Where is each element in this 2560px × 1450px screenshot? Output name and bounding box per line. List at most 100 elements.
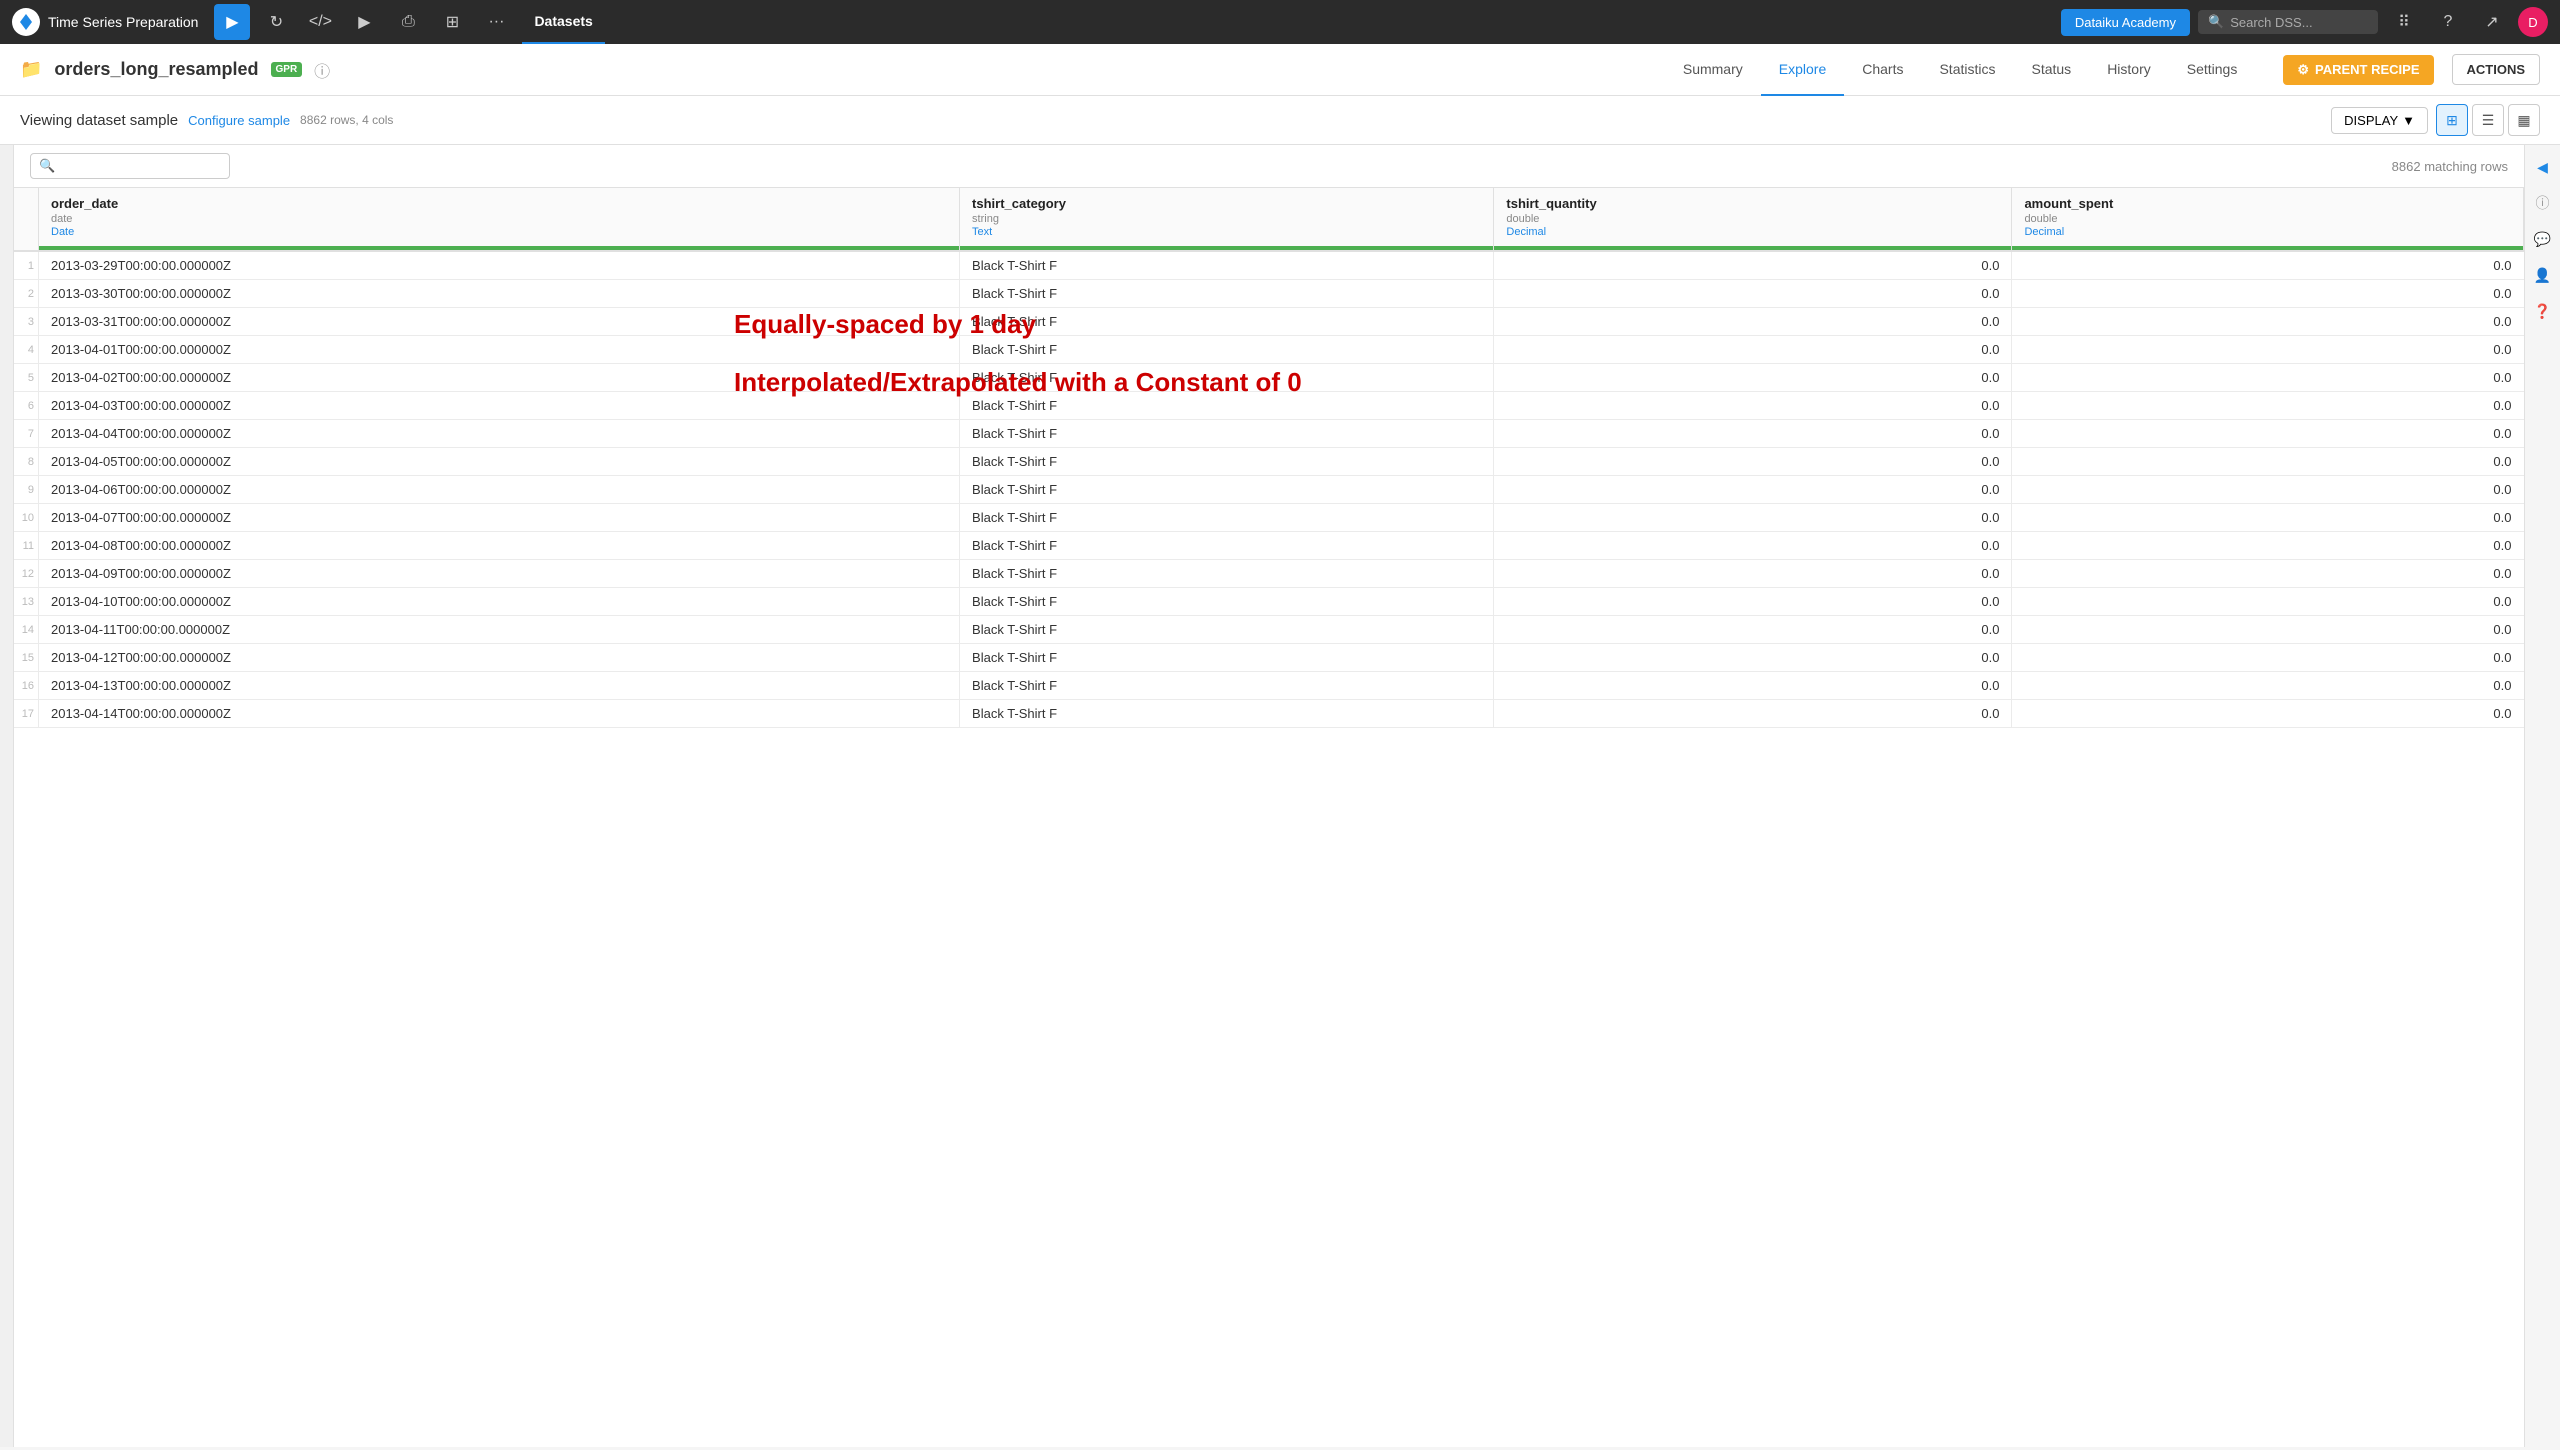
folder-icon: 📁 (20, 59, 42, 80)
cell-category: Black T-Shirt F (960, 364, 1494, 392)
right-rail-expand-icon[interactable]: ◀ (2529, 153, 2557, 181)
apps-grid-icon[interactable]: ⠿ (2386, 4, 2422, 40)
nav-tabs: Summary Explore Charts Statistics Status… (1665, 44, 2255, 96)
table-row: 1 2013-03-29T00:00:00.000000Z Black T-Sh… (14, 251, 2524, 280)
cell-order-date: 2013-04-10T00:00:00.000000Z (39, 588, 960, 616)
cell-quantity: 0.0 (1494, 420, 2012, 448)
cell-quantity: 0.0 (1494, 308, 2012, 336)
cell-amount: 0.0 (2012, 364, 2524, 392)
left-rail (0, 145, 14, 1447)
flow-icon-btn[interactable]: ▶ (214, 4, 250, 40)
row-number: 11 (14, 532, 39, 560)
table-row: 11 2013-04-08T00:00:00.000000Z Black T-S… (14, 532, 2524, 560)
cell-quantity: 0.0 (1494, 560, 2012, 588)
row-number: 14 (14, 616, 39, 644)
table-row: 9 2013-04-06T00:00:00.000000Z Black T-Sh… (14, 476, 2524, 504)
cell-order-date: 2013-04-05T00:00:00.000000Z (39, 448, 960, 476)
cell-category: Black T-Shirt F (960, 420, 1494, 448)
search-box[interactable]: 🔍 (30, 153, 230, 179)
cell-quantity: 0.0 (1494, 672, 2012, 700)
actions-btn[interactable]: ACTIONS (2452, 54, 2541, 85)
parent-recipe-btn[interactable]: ⚙ PARENT RECIPE (2283, 55, 2433, 85)
code-icon-btn[interactable]: </> (302, 4, 338, 40)
list-view-btn[interactable]: ☰ (2472, 104, 2504, 136)
table-row: 7 2013-04-04T00:00:00.000000Z Black T-Sh… (14, 420, 2524, 448)
tab-settings[interactable]: Settings (2169, 44, 2256, 96)
right-rail-user-icon[interactable]: 👤 (2529, 261, 2557, 289)
cell-category: Black T-Shirt F (960, 280, 1494, 308)
deploy-icon-btn[interactable]: ⎙ (390, 4, 426, 40)
help-icon[interactable]: ? (2430, 4, 2466, 40)
cell-category: Black T-Shirt F (960, 448, 1494, 476)
tab-statistics[interactable]: Statistics (1921, 44, 2013, 96)
table-row: 4 2013-04-01T00:00:00.000000Z Black T-Sh… (14, 336, 2524, 364)
table-row: 8 2013-04-05T00:00:00.000000Z Black T-Sh… (14, 448, 2524, 476)
cell-quantity: 0.0 (1494, 644, 2012, 672)
cell-amount: 0.0 (2012, 560, 2524, 588)
cell-order-date: 2013-04-03T00:00:00.000000Z (39, 392, 960, 420)
chart-view-btn[interactable]: ▦ (2508, 104, 2540, 136)
table-row: 14 2013-04-11T00:00:00.000000Z Black T-S… (14, 616, 2524, 644)
cell-category: Black T-Shirt F (960, 616, 1494, 644)
right-rail-help-icon[interactable]: ❓ (2529, 297, 2557, 325)
search-box-top[interactable]: 🔍 Search DSS... (2198, 10, 2378, 34)
cell-order-date: 2013-04-01T00:00:00.000000Z (39, 336, 960, 364)
gpr-badge[interactable]: GPR (271, 62, 303, 77)
right-rail-chat-icon[interactable]: 💬 (2529, 225, 2557, 253)
grid-icon-btn[interactable]: ⊞ (434, 4, 470, 40)
sub-header: Viewing dataset sample Configure sample … (0, 96, 2560, 145)
table-row: 3 2013-03-31T00:00:00.000000Z Black T-Sh… (14, 308, 2524, 336)
sync-icon-btn[interactable]: ↻ (258, 4, 294, 40)
table-row: 15 2013-04-12T00:00:00.000000Z Black T-S… (14, 644, 2524, 672)
grid-view-btn[interactable]: ⊞ (2436, 104, 2468, 136)
cell-order-date: 2013-04-06T00:00:00.000000Z (39, 476, 960, 504)
cell-category: Black T-Shirt F (960, 532, 1494, 560)
row-number: 2 (14, 280, 39, 308)
row-number: 7 (14, 420, 39, 448)
search-icon: 🔍 (39, 158, 55, 174)
row-number: 5 (14, 364, 39, 392)
main-layout: 🔍 8862 matching rows order_date date Dat… (0, 145, 2560, 1447)
cell-order-date: 2013-04-04T00:00:00.000000Z (39, 420, 960, 448)
cell-amount: 0.0 (2012, 448, 2524, 476)
cell-category: Black T-Shirt F (960, 251, 1494, 280)
configure-sample-link[interactable]: Configure sample (188, 113, 290, 128)
app-name: Time Series Preparation (48, 14, 198, 30)
display-btn[interactable]: DISPLAY ▼ (2331, 107, 2428, 134)
tab-status[interactable]: Status (2013, 44, 2089, 96)
search-input[interactable] (61, 159, 221, 174)
col-header-tshirt-category: tshirt_category string Text (960, 188, 1494, 251)
info-icon[interactable]: ⓘ (314, 58, 330, 82)
row-number: 9 (14, 476, 39, 504)
row-number: 4 (14, 336, 39, 364)
user-avatar[interactable]: D (2518, 7, 2548, 37)
right-rail-info-icon[interactable]: ⓘ (2529, 189, 2557, 217)
cell-order-date: 2013-04-11T00:00:00.000000Z (39, 616, 960, 644)
tab-history[interactable]: History (2089, 44, 2169, 96)
row-number: 6 (14, 392, 39, 420)
cell-category: Black T-Shirt F (960, 504, 1494, 532)
analytics-icon[interactable]: ↗ (2474, 4, 2510, 40)
dataiku-logo (12, 8, 40, 36)
run-icon-btn[interactable]: ▶ (346, 4, 382, 40)
cell-amount: 0.0 (2012, 616, 2524, 644)
cell-amount: 0.0 (2012, 672, 2524, 700)
workspace-btn[interactable]: Dataiku Academy (2061, 9, 2190, 36)
tab-explore[interactable]: Explore (1761, 44, 1844, 96)
cell-quantity: 0.0 (1494, 251, 2012, 280)
more-icon-btn[interactable]: ··· (478, 4, 514, 40)
cell-order-date: 2013-03-30T00:00:00.000000Z (39, 280, 960, 308)
chevron-down-icon: ▼ (2402, 113, 2415, 128)
tab-charts[interactable]: Charts (1844, 44, 1921, 96)
cell-amount: 0.0 (2012, 700, 2524, 728)
cell-amount: 0.0 (2012, 251, 2524, 280)
cell-category: Black T-Shirt F (960, 476, 1494, 504)
cell-quantity: 0.0 (1494, 392, 2012, 420)
cell-quantity: 0.0 (1494, 532, 2012, 560)
datasets-tab[interactable]: Datasets (522, 0, 604, 44)
cell-order-date: 2013-04-12T00:00:00.000000Z (39, 644, 960, 672)
tab-summary[interactable]: Summary (1665, 44, 1761, 96)
cell-amount: 0.0 (2012, 392, 2524, 420)
table-row: 5 2013-04-02T00:00:00.000000Z Black T-Sh… (14, 364, 2524, 392)
cell-amount: 0.0 (2012, 280, 2524, 308)
